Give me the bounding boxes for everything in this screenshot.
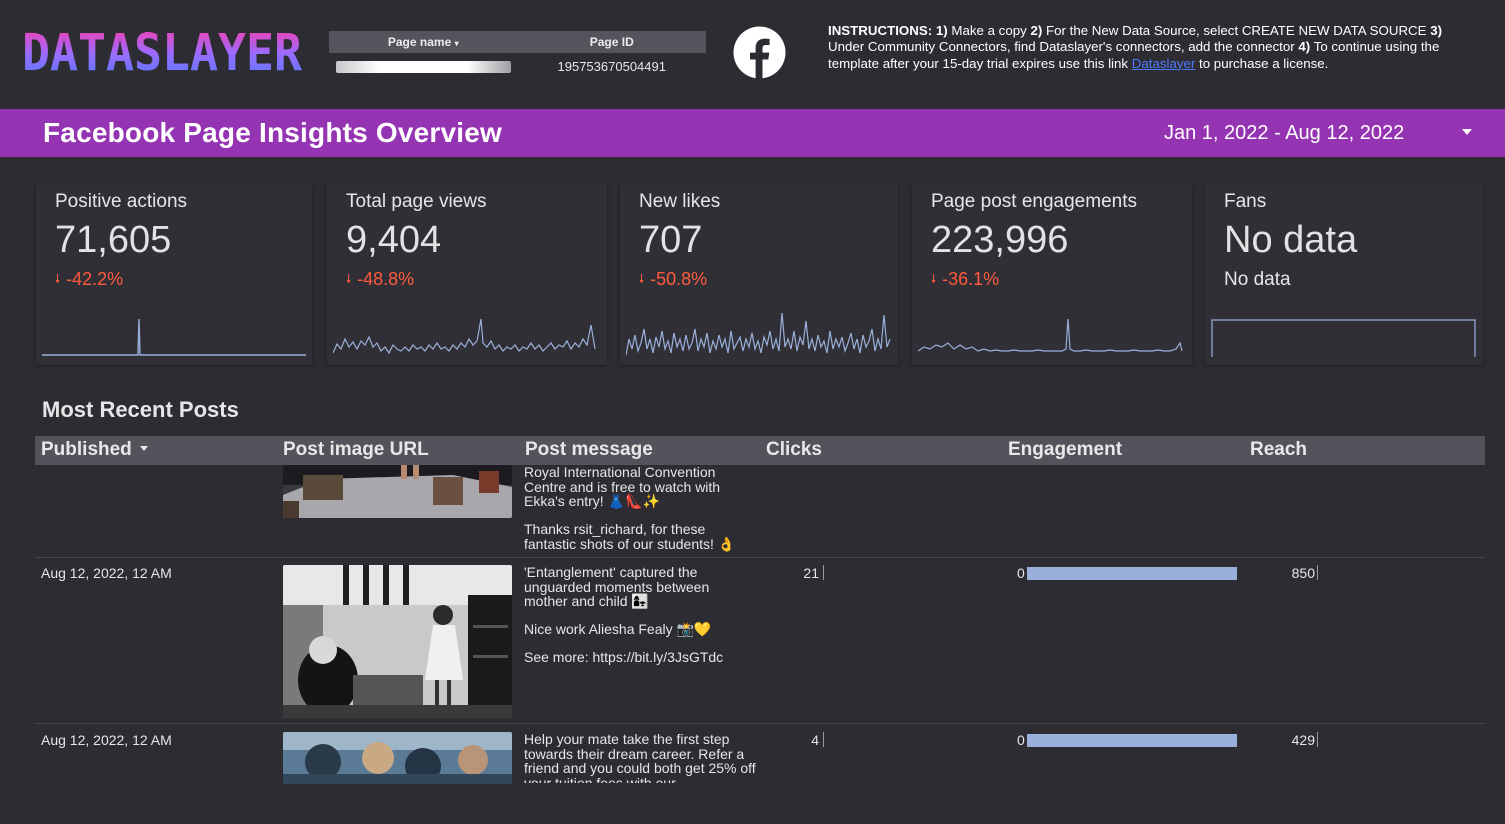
page-info-table: Page name ▾ Page ID 195753670504491 — [329, 31, 706, 81]
post-message: Royal International Convention Centre an… — [524, 465, 736, 552]
clicks-value: 4 — [811, 732, 819, 748]
page-title: Facebook Page Insights Overview — [43, 117, 503, 148]
svg-text:DATASLAYER: DATASLAYER — [22, 24, 302, 74]
arrow-down-icon: 🠗 — [346, 272, 352, 286]
published-date: Aug 12, 2022, 12 AM — [41, 732, 172, 748]
engagement-value: 0 — [1017, 732, 1025, 748]
column-header-message[interactable]: Post message — [525, 439, 653, 461]
delta-negative: 🠗 -48.8% — [346, 269, 415, 289]
page-id-value: 195753670504491 — [557, 59, 666, 74]
sparkline-chart — [918, 318, 1183, 352]
column-header-clicks[interactable]: Clicks — [766, 439, 822, 461]
published-date: Aug 12, 2022, 12 AM — [41, 565, 172, 581]
dataslayer-link[interactable]: Dataslayer — [1132, 56, 1196, 71]
post-image[interactable] — [283, 565, 512, 718]
post-message: Help your mate take the first step towar… — [524, 732, 756, 783]
posts-table-body[interactable]: Royal International Convention Centre an… — [35, 465, 1485, 784]
reach-value: 429 — [1291, 732, 1315, 748]
dataslayer-logo: DATASLAYER — [22, 24, 302, 74]
engagement-value: 0 — [1017, 565, 1025, 581]
sparkline-chart — [626, 312, 891, 356]
table-row: Aug 12, 2022, 12 AM Help your mate take … — [35, 725, 1485, 784]
column-header-engagement[interactable]: Engagement — [1008, 439, 1122, 461]
arrow-down-icon: 🠗 — [55, 272, 61, 286]
kpi-total-page-views: Total page views 9,404 🠗 -48.8% — [327, 183, 607, 365]
sparkline-chart — [42, 318, 306, 356]
bar-tick — [823, 732, 824, 747]
table-row: Royal International Convention Centre an… — [35, 465, 1485, 558]
section-title: Most Recent Posts — [42, 397, 239, 422]
kpi-page-post-engagements: Page post engagements 223,996 🠗 -36.1% — [912, 183, 1192, 365]
sort-desc-icon — [139, 446, 148, 451]
bar-tick — [823, 565, 824, 580]
post-message: 'Entanglement' captured the unguarded mo… — [524, 564, 724, 665]
sparkline-chart — [333, 318, 596, 355]
date-range-picker[interactable]: Jan 1, 2022 - Aug 12, 2022 — [1164, 122, 1404, 145]
kpi-new-likes: New likes 707 🠗 -50.8% — [620, 183, 898, 365]
column-header-image[interactable]: Post image URL — [283, 439, 429, 461]
delta-negative: 🠗 -50.8% — [639, 269, 708, 289]
redacted-page-name — [335, 61, 511, 73]
clicks-value: 21 — [803, 565, 819, 581]
arrow-down-icon: 🠗 — [931, 272, 937, 286]
chevron-down-icon[interactable] — [1462, 129, 1472, 135]
post-image[interactable] — [283, 732, 512, 784]
column-header-reach[interactable]: Reach — [1250, 439, 1307, 461]
facebook-icon — [733, 26, 786, 79]
title-bar: Facebook Page Insights Overview Jan 1, 2… — [0, 109, 1505, 157]
posts-table-header: Published Post image URL Post message Cl… — [35, 436, 1485, 465]
engagement-bar — [1027, 734, 1237, 747]
delta-negative: 🠗 -36.1% — [931, 269, 1000, 289]
page-id-header[interactable]: Page ID — [518, 31, 707, 53]
page-name-value — [329, 53, 518, 81]
sparkline-chart — [1211, 319, 1476, 357]
kpi-fans: Fans No data No data — [1205, 183, 1483, 365]
bar-tick — [1317, 732, 1318, 747]
post-image[interactable] — [283, 465, 512, 518]
instructions-text: INSTRUCTIONS: Make a copy 1) Make a copy… — [828, 23, 1443, 71]
bar-tick — [1317, 565, 1318, 580]
arrow-down-icon: 🠗 — [639, 272, 645, 286]
kpi-positive-actions: Positive actions 71,605 🠗 -42.2% — [36, 183, 312, 365]
reach-value: 850 — [1291, 565, 1315, 581]
column-header-published[interactable]: Published — [41, 439, 148, 461]
delta-negative: 🠗 -42.2% — [55, 269, 124, 289]
page-name-header[interactable]: Page name ▾ — [329, 31, 518, 53]
engagement-bar — [1027, 567, 1237, 580]
table-row: Aug 12, 2022, 12 AM 'Entanglement' captu… — [35, 558, 1485, 724]
